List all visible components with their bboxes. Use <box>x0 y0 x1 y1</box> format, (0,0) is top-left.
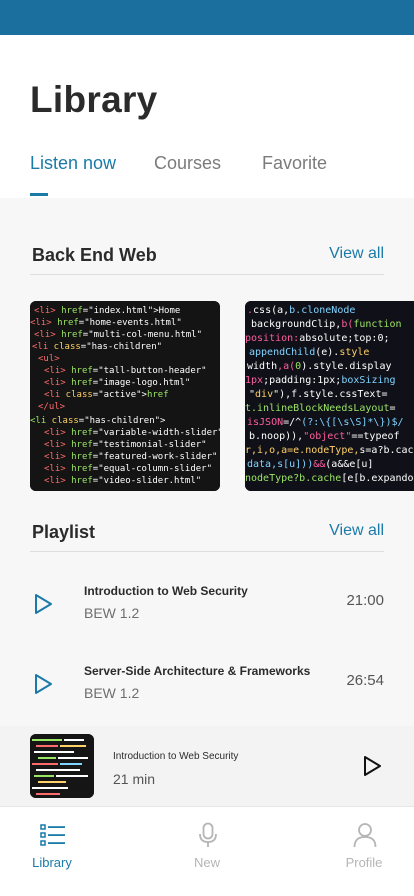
playlist-section-title: Playlist <box>32 522 96 542</box>
backend-section-title: Back End Web <box>32 245 157 265</box>
tabbar-label: New <box>193 855 220 870</box>
playlist-item[interactable]: Server-Side Architecture & Frameworks BE… <box>0 649 414 719</box>
svg-text:"div"),f.style.cssText=: "div"),f.style.cssText= <box>249 389 387 400</box>
svg-text:nodeType?b.cache[e[b.expando]]: nodeType?b.cache[e[b.expando]] <box>245 473 414 484</box>
header: Library Listen now Courses Favorite <box>0 35 414 233</box>
svg-text:backgroundClip,b(function: backgroundClip,b(function <box>251 319 402 330</box>
backend-section-header: Back End Web View all <box>30 239 384 275</box>
tabbar-label: Profile <box>345 855 383 870</box>
svg-text:r,i,o,a=e.nodeType,s=a?b.cache: r,i,o,a=e.nodeType,s=a?b.cache <box>245 445 414 456</box>
svg-text:<li> href="multi-col-menu.html: <li> href="multi-col-menu.html" <box>34 330 202 340</box>
profile-icon <box>353 823 377 848</box>
svg-text:<li class="active">href: <li class="active">href <box>44 390 169 400</box>
svg-text:width,a(0).style.display: width,a(0).style.display <box>247 361 392 372</box>
code-thumbnail-image: <li> href="index.html">Home <li> href="h… <box>30 301 220 491</box>
status-bar <box>0 0 414 35</box>
play-icon[interactable] <box>360 754 384 778</box>
svg-text:position:absolute;top:0;: position:absolute;top:0; <box>245 333 390 344</box>
playlist-item-title: Server-Side Architecture & Frameworks <box>84 664 311 678</box>
svg-text:.css(a,b.cloneNode: .css(a,b.cloneNode <box>247 305 355 316</box>
playlist-item[interactable]: Introduction to Web Security BEW 1.2 21:… <box>0 569 414 639</box>
active-tab-indicator <box>30 193 48 196</box>
svg-text:<li> href="home-events.html": <li> href="home-events.html" <box>30 318 182 328</box>
svg-text:<li> href="image-logo.html": <li> href="image-logo.html" <box>44 378 190 388</box>
play-icon[interactable] <box>32 593 54 615</box>
svg-text:<li> href="tall-button-header": <li> href="tall-button-header" <box>44 366 207 376</box>
svg-text:<li class="has-children">: <li class="has-children"> <box>30 416 166 426</box>
tab-bar-top: Listen now Courses Favorite <box>0 153 414 198</box>
playlist-section-header: Playlist View all <box>30 516 384 552</box>
svg-text:1px;padding:1px;boxSizing: 1px;padding:1px;boxSizing <box>245 375 396 386</box>
list-icon <box>40 824 65 846</box>
playlist-item-duration: 21:00 <box>346 592 384 609</box>
mini-player-thumbnail <box>30 734 94 798</box>
svg-text:<ul>: <ul> <box>38 354 60 364</box>
course-card[interactable]: <li> href="index.html">Home <li> href="h… <box>30 301 220 491</box>
mini-player[interactable]: Introduction to Web Security 21 min <box>0 726 414 806</box>
svg-text:appendChild(e).style: appendChild(e).style <box>249 347 369 358</box>
tabbar-label: Library <box>32 855 72 870</box>
playlist-item-duration: 26:54 <box>346 672 384 689</box>
tab-listen-now[interactable]: Listen now <box>30 153 116 174</box>
svg-text:isJSON=/^(?:\{[\s\S]*\})$/: isJSON=/^(?:\{[\s\S]*\})$/ <box>247 417 404 428</box>
microphone-icon <box>199 822 217 847</box>
svg-text:<li> href="featured-work-slide: <li> href="featured-work-slider" <box>44 452 217 462</box>
tabbar-item-profile[interactable]: Profile <box>319 807 409 877</box>
svg-text:data,s[u]))&&(a&&e[u]: data,s[u]))&&(a&&e[u] <box>247 459 373 470</box>
page-title: Library <box>30 79 158 120</box>
svg-text:<li> href="equal-column-slider: <li> href="equal-column-slider" <box>44 464 212 474</box>
tabbar-item-new[interactable]: New <box>162 807 252 877</box>
svg-text:</ul>: </ul> <box>38 402 66 412</box>
mini-player-subtitle: 21 min <box>113 771 156 787</box>
tabbar-item-library[interactable]: Library <box>7 807 97 877</box>
svg-text:<li> href="video-slider.html": <li> href="video-slider.html" <box>44 476 201 486</box>
svg-text:t.inlineBlockNeedsLayout=: t.inlineBlockNeedsLayout= <box>245 403 396 414</box>
playlist-item-subtitle: BEW 1.2 <box>84 605 140 621</box>
mini-player-title: Introduction to Web Security <box>113 751 239 762</box>
playlist-item-subtitle: BEW 1.2 <box>84 685 140 701</box>
svg-text:b.noop)),"object"==typeof: b.noop)),"object"==typeof <box>249 431 400 442</box>
svg-text:<li> href="index.html">Home: <li> href="index.html">Home <box>34 306 180 316</box>
tab-courses[interactable]: Courses <box>154 153 221 174</box>
svg-text:<li class="has-children": <li class="has-children" <box>32 342 162 352</box>
content-area: Back End Web View all <li> href="index.h… <box>0 198 414 806</box>
code-thumbnail-image <box>30 734 94 798</box>
playlist-view-all-link[interactable]: View all <box>329 522 384 540</box>
backend-view-all-link[interactable]: View all <box>329 245 384 263</box>
svg-text:<li> href="testimonial-slider": <li> href="testimonial-slider" <box>44 440 207 450</box>
tab-favorite[interactable]: Favorite <box>262 153 327 174</box>
play-icon[interactable] <box>32 673 54 695</box>
playlist-item-title: Introduction to Web Security <box>84 584 248 598</box>
course-card[interactable]: .css(a,b.cloneNode backgroundClip,b(func… <box>245 301 414 491</box>
bottom-tab-bar: Library New Profile <box>0 806 414 896</box>
svg-text:<li> href="variable-width-slid: <li> href="variable-width-slider" <box>44 428 220 438</box>
code-thumbnail-image: .css(a,b.cloneNode backgroundClip,b(func… <box>245 301 414 491</box>
